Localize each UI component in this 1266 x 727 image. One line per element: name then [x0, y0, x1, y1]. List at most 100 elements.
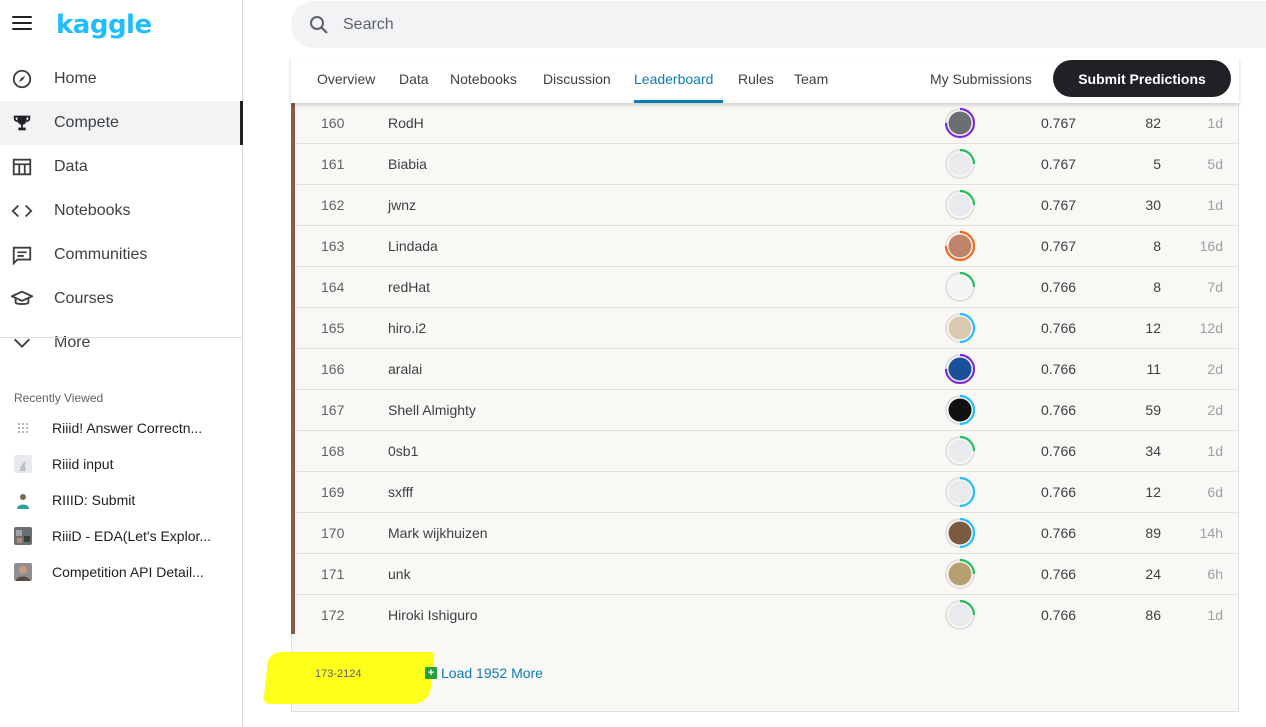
- tab-overview[interactable]: Overview: [317, 71, 375, 87]
- nav-item-communities[interactable]: Communities: [0, 233, 243, 277]
- score: 0.766: [1041, 320, 1077, 336]
- nav-label: Communities: [54, 246, 148, 263]
- user-avatar-icon[interactable]: [944, 107, 976, 139]
- team-name: aralai: [388, 361, 423, 377]
- leaderboard-row[interactable]: 171 unk 0.766 24 6h: [295, 554, 1238, 595]
- entries-count: 8: [1153, 238, 1161, 254]
- user-avatar-icon: [14, 527, 32, 545]
- nav-label: Compete: [54, 114, 119, 131]
- hamburger-menu-icon[interactable]: [12, 16, 32, 32]
- score: 0.767: [1041, 156, 1077, 172]
- recent-item-label: RIIID: Submit: [52, 492, 136, 508]
- leaderboard-row[interactable]: 163 Lindada 0.767 8 16d: [295, 226, 1238, 267]
- sidebar: kaggle Home Compete Data Notebooks Commu…: [0, 0, 243, 727]
- recent-item[interactable]: RiiiD - EDA(Let's Explor...: [0, 518, 243, 554]
- last-submission: 2d: [1207, 361, 1223, 377]
- user-avatar-icon[interactable]: [944, 271, 976, 303]
- team-name: Biabia: [388, 156, 427, 172]
- submit-predictions-button[interactable]: Submit Predictions: [1053, 60, 1231, 97]
- tab-discussion[interactable]: Discussion: [543, 71, 611, 87]
- graduation-cap-icon: [11, 290, 33, 305]
- rank: 160: [321, 115, 345, 131]
- plus-icon: +: [425, 667, 437, 679]
- entries-count: 82: [1145, 115, 1161, 131]
- user-avatar-icon[interactable]: [944, 558, 976, 590]
- score: 0.766: [1041, 279, 1077, 295]
- user-avatar-icon[interactable]: [944, 312, 976, 344]
- recent-item[interactable]: Competition API Detail...: [0, 554, 243, 590]
- nav-item-compete[interactable]: Compete: [0, 101, 243, 145]
- leaderboard-row[interactable]: 170 Mark wijkhuizen 0.766 89 14h: [295, 513, 1238, 554]
- rank: 166: [321, 361, 345, 377]
- chevron-down-icon: [14, 338, 30, 348]
- leaderboard-row[interactable]: 164 redHat 0.766 8 7d: [295, 267, 1238, 308]
- leaderboard-row[interactable]: 172 Hiroki Ishiguro 0.766 86 1d: [295, 595, 1238, 636]
- leaderboard-row[interactable]: 166 aralai 0.766 11 2d: [295, 349, 1238, 390]
- leaderboard-row[interactable]: 165 hiro.i2 0.766 12 12d: [295, 308, 1238, 349]
- user-avatar-icon[interactable]: [944, 230, 976, 262]
- chat-icon: [12, 246, 32, 266]
- leaderboard-row[interactable]: 161 Biabia 0.767 5 5d: [295, 144, 1238, 185]
- tab-rules[interactable]: Rules: [738, 71, 774, 87]
- team-name: jwnz: [388, 197, 417, 213]
- team-name: Shell Almighty: [388, 402, 476, 418]
- entries-count: 34: [1145, 443, 1161, 459]
- user-avatar-icon[interactable]: [944, 517, 976, 549]
- user-avatar-icon[interactable]: [944, 476, 976, 508]
- user-avatar-icon[interactable]: [944, 394, 976, 426]
- rank: 167: [321, 402, 345, 418]
- tab-notebooks[interactable]: Notebooks: [450, 71, 517, 87]
- tab-team[interactable]: Team: [794, 71, 828, 87]
- leaderboard-row[interactable]: 169 sxfff 0.766 12 6d: [295, 472, 1238, 513]
- nav-label: Notebooks: [54, 202, 131, 219]
- recent-item-label: RiiiD - EDA(Let's Explor...: [52, 528, 212, 544]
- user-avatar-icon[interactable]: [944, 189, 976, 221]
- entries-count: 5: [1153, 156, 1161, 172]
- trophy-icon: [13, 115, 31, 131]
- leaderboard-row[interactable]: 168 0sb1 0.766 34 1d: [295, 431, 1238, 472]
- entries-count: 11: [1146, 361, 1161, 377]
- last-submission: 7d: [1207, 279, 1223, 295]
- kaggle-logo[interactable]: kaggle: [56, 10, 152, 40]
- default-avatar-icon: [14, 455, 32, 473]
- user-avatar-icon[interactable]: [944, 435, 976, 467]
- search-input[interactable]: [343, 11, 1143, 39]
- nav-item-notebooks[interactable]: Notebooks: [0, 189, 243, 233]
- leaderboard-row[interactable]: 160 RodH 0.767 82 1d: [295, 103, 1238, 144]
- nav-item-data[interactable]: Data: [0, 145, 243, 189]
- rank: 164: [321, 279, 345, 295]
- user-avatar-icon[interactable]: [944, 353, 976, 385]
- nav-item-more[interactable]: More: [0, 321, 243, 365]
- compass-icon: [12, 69, 32, 89]
- user-avatar-icon[interactable]: [944, 148, 976, 180]
- last-submission: 5d: [1207, 156, 1223, 172]
- entries-count: 12: [1145, 484, 1161, 500]
- team-name: sxfff: [388, 484, 414, 500]
- nav-item-courses[interactable]: Courses: [0, 277, 243, 321]
- leaderboard-row[interactable]: 167 Shell Almighty 0.766 59 2d: [295, 390, 1238, 431]
- recent-item[interactable]: Riiid! Answer Correctn...: [0, 410, 243, 446]
- user-avatar-icon: [14, 563, 32, 581]
- tab-data[interactable]: Data: [399, 71, 429, 87]
- nav-item-home[interactable]: Home: [0, 57, 243, 101]
- score: 0.766: [1041, 402, 1077, 418]
- user-avatar-icon[interactable]: [944, 599, 976, 631]
- my-submissions-link[interactable]: My Submissions: [930, 71, 1032, 87]
- tab-leaderboard[interactable]: Leaderboard: [634, 71, 713, 87]
- remaining-rank-range: 173-2124: [315, 668, 362, 680]
- leaderboard-table: 160 RodH 0.767 82 1d 161 Biabia 0.767 5 5d 162 jwnz…: [291, 103, 1239, 636]
- last-submission: 1d: [1207, 607, 1223, 623]
- last-submission: 1d: [1207, 197, 1223, 213]
- leaderboard-row[interactable]: 162 jwnz 0.767 30 1d: [295, 185, 1238, 226]
- score: 0.767: [1041, 197, 1077, 213]
- table-icon: [12, 158, 32, 176]
- team-name: Hiroki Ishiguro: [388, 607, 478, 623]
- entries-count: 89: [1145, 525, 1161, 541]
- brand-bar: kaggle: [0, 0, 243, 52]
- recent-item[interactable]: RIIID: Submit: [0, 482, 243, 518]
- load-more-label: Load 1952 More: [441, 665, 543, 681]
- recent-item[interactable]: Riiid input: [0, 446, 243, 482]
- nav-label: Courses: [54, 290, 114, 307]
- score: 0.766: [1041, 607, 1077, 623]
- load-more-button[interactable]: + Load 1952 More: [425, 665, 543, 681]
